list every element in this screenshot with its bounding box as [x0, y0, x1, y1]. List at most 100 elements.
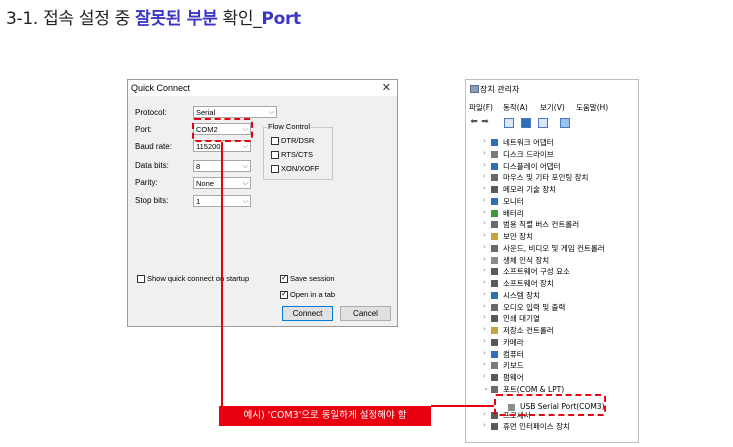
battery-icon — [491, 209, 498, 217]
port-highlight-box — [192, 118, 253, 142]
parity-label: Parity: — [135, 178, 158, 187]
device-category-label: 인쇄 대기열 — [503, 314, 540, 324]
save-session-checkbox[interactable] — [280, 273, 288, 283]
device-category-label: 키보드 — [503, 361, 524, 371]
chevron-right-icon[interactable]: › — [483, 421, 486, 429]
chevron-right-icon[interactable]: › — [483, 255, 486, 263]
close-icon[interactable]: ✕ — [382, 81, 391, 94]
software-device-icon — [491, 280, 498, 287]
chevron-right-icon[interactable]: › — [483, 372, 486, 380]
protocol-select[interactable]: Serial ⌵ — [193, 106, 277, 118]
device-category-label: 네트워크 어댑터 — [503, 138, 554, 147]
chevron-right-icon[interactable]: › — [483, 313, 486, 321]
keyboard-icon — [491, 362, 498, 370]
chevron-down-icon[interactable]: ⌄ — [483, 384, 489, 392]
port-label: Port: — [135, 125, 152, 134]
usb-icon — [491, 221, 498, 229]
show-on-startup-checkbox[interactable] — [137, 275, 145, 283]
device-category-label: 모니터 — [503, 196, 524, 206]
chevron-right-icon[interactable]: › — [483, 349, 486, 357]
chevron-right-icon[interactable]: › — [483, 196, 486, 204]
annotation-note: 예시) 'COM3'으로 동일하게 설정해야 함 — [219, 406, 431, 426]
properties-icon[interactable] — [504, 118, 514, 128]
device-category-label: 메모리 기술 장치 — [503, 185, 557, 194]
monitor-scan-icon[interactable] — [560, 118, 570, 128]
data-bits-label: Data bits: — [135, 161, 169, 170]
menu-view[interactable]: 보기(V) — [540, 102, 565, 113]
dialog-titlebar: Quick Connect ✕ — [128, 80, 397, 96]
disk-icon — [491, 150, 498, 158]
show-on-startup-label: Show quick connect on startup — [147, 274, 250, 283]
baud-rate-label: Baud rate: — [135, 142, 172, 151]
chevron-down-icon: ⌵ — [242, 163, 248, 170]
device-category-label: 시스템 장치 — [503, 290, 540, 300]
chevron-right-icon[interactable]: › — [483, 161, 486, 169]
chevron-right-icon[interactable]: › — [483, 302, 486, 310]
chevron-right-icon[interactable]: › — [483, 208, 486, 216]
xon-xoff-checkbox[interactable] — [271, 165, 279, 173]
audio-icon — [491, 303, 498, 311]
device-category-label: 펌웨어 — [503, 373, 524, 382]
computer-icon — [491, 350, 498, 358]
com3-highlight-box — [494, 394, 606, 416]
help-icon[interactable] — [521, 118, 531, 128]
connector-line-horizontal — [431, 405, 494, 407]
device-category-label: 오디오 입력 및 출력 — [503, 302, 566, 312]
rts-cts-label: RTS/CTS — [281, 150, 313, 159]
device-category-label: 생체 인식 장치 — [503, 255, 550, 265]
connect-button[interactable]: Connect — [282, 306, 333, 321]
device-category-label: 저장소 컨트롤러 — [503, 326, 554, 335]
chevron-right-icon[interactable]: › — [483, 137, 486, 145]
protocol-value: Serial — [196, 108, 216, 117]
quick-connect-dialog: Quick Connect ✕ Protocol: Serial ⌵ Port: … — [127, 79, 398, 327]
chevron-right-icon[interactable]: › — [483, 184, 486, 192]
chevron-right-icon[interactable]: › — [483, 410, 486, 418]
mouse-icon — [491, 174, 498, 182]
chevron-right-icon[interactable]: › — [483, 325, 486, 333]
storage-icon — [491, 327, 498, 334]
dtr-dsr-label: DTR/DSR — [281, 136, 315, 145]
chevron-right-icon[interactable]: › — [483, 219, 486, 227]
data-bits-value: 8 — [196, 162, 201, 171]
open-in-tab-checkbox[interactable] — [280, 289, 288, 299]
dtr-dsr-checkbox[interactable] — [271, 137, 279, 145]
cancel-button[interactable]: Cancel — [340, 306, 391, 321]
chevron-down-icon: ⌵ — [242, 198, 248, 205]
device-manager-title: 장치 관리자 — [480, 85, 520, 94]
chevron-down-icon: ⌵ — [242, 180, 248, 187]
chevron-right-icon[interactable]: › — [483, 278, 486, 286]
display-icon — [491, 162, 498, 170]
chevron-right-icon[interactable]: › — [483, 266, 486, 274]
device-category-label: 카메라 — [503, 337, 524, 347]
menu-action[interactable]: 동작(A) — [503, 102, 528, 113]
title-port: Port — [261, 9, 301, 29]
monitor-icon — [491, 197, 498, 205]
rts-cts-checkbox[interactable] — [271, 151, 279, 159]
chevron-right-icon[interactable]: › — [483, 360, 486, 368]
stop-bits-label: Stop bits: — [135, 196, 169, 205]
chevron-down-icon: ⌵ — [268, 109, 274, 116]
device-category-label: 휴먼 인터페이스 장치 — [503, 422, 570, 432]
parity-value: None — [196, 179, 214, 188]
chevron-right-icon[interactable]: › — [483, 243, 486, 251]
save-session-label: Save session — [290, 274, 335, 283]
chevron-right-icon[interactable]: › — [483, 172, 486, 180]
chevron-right-icon[interactable]: › — [483, 149, 486, 157]
menu-file[interactable]: 파일(F) — [469, 102, 493, 113]
chevron-down-icon: ⌵ — [242, 143, 248, 150]
view-icon[interactable] — [538, 118, 548, 128]
device-category-label: 배터리 — [503, 208, 524, 218]
back-arrow-icon[interactable]: ⬅ — [469, 117, 479, 127]
forward-arrow-icon[interactable]: ➡ — [480, 117, 490, 127]
printer-icon — [491, 315, 498, 323]
port-icon — [491, 385, 498, 393]
device-manager-window: 장치 관리자 파일(F) 동작(A) 보기(V) 도움말(H) ⬅ ➡ › 네트워… — [465, 79, 639, 443]
protocol-label: Protocol: — [135, 108, 167, 117]
chevron-right-icon[interactable]: › — [483, 290, 486, 298]
biometric-icon — [491, 256, 498, 264]
title-mid: 확인_ — [217, 9, 262, 29]
network-icon — [491, 139, 498, 146]
menu-help[interactable]: 도움말(H) — [576, 102, 608, 113]
chevron-right-icon[interactable]: › — [483, 231, 486, 239]
chevron-right-icon[interactable]: › — [483, 337, 486, 345]
